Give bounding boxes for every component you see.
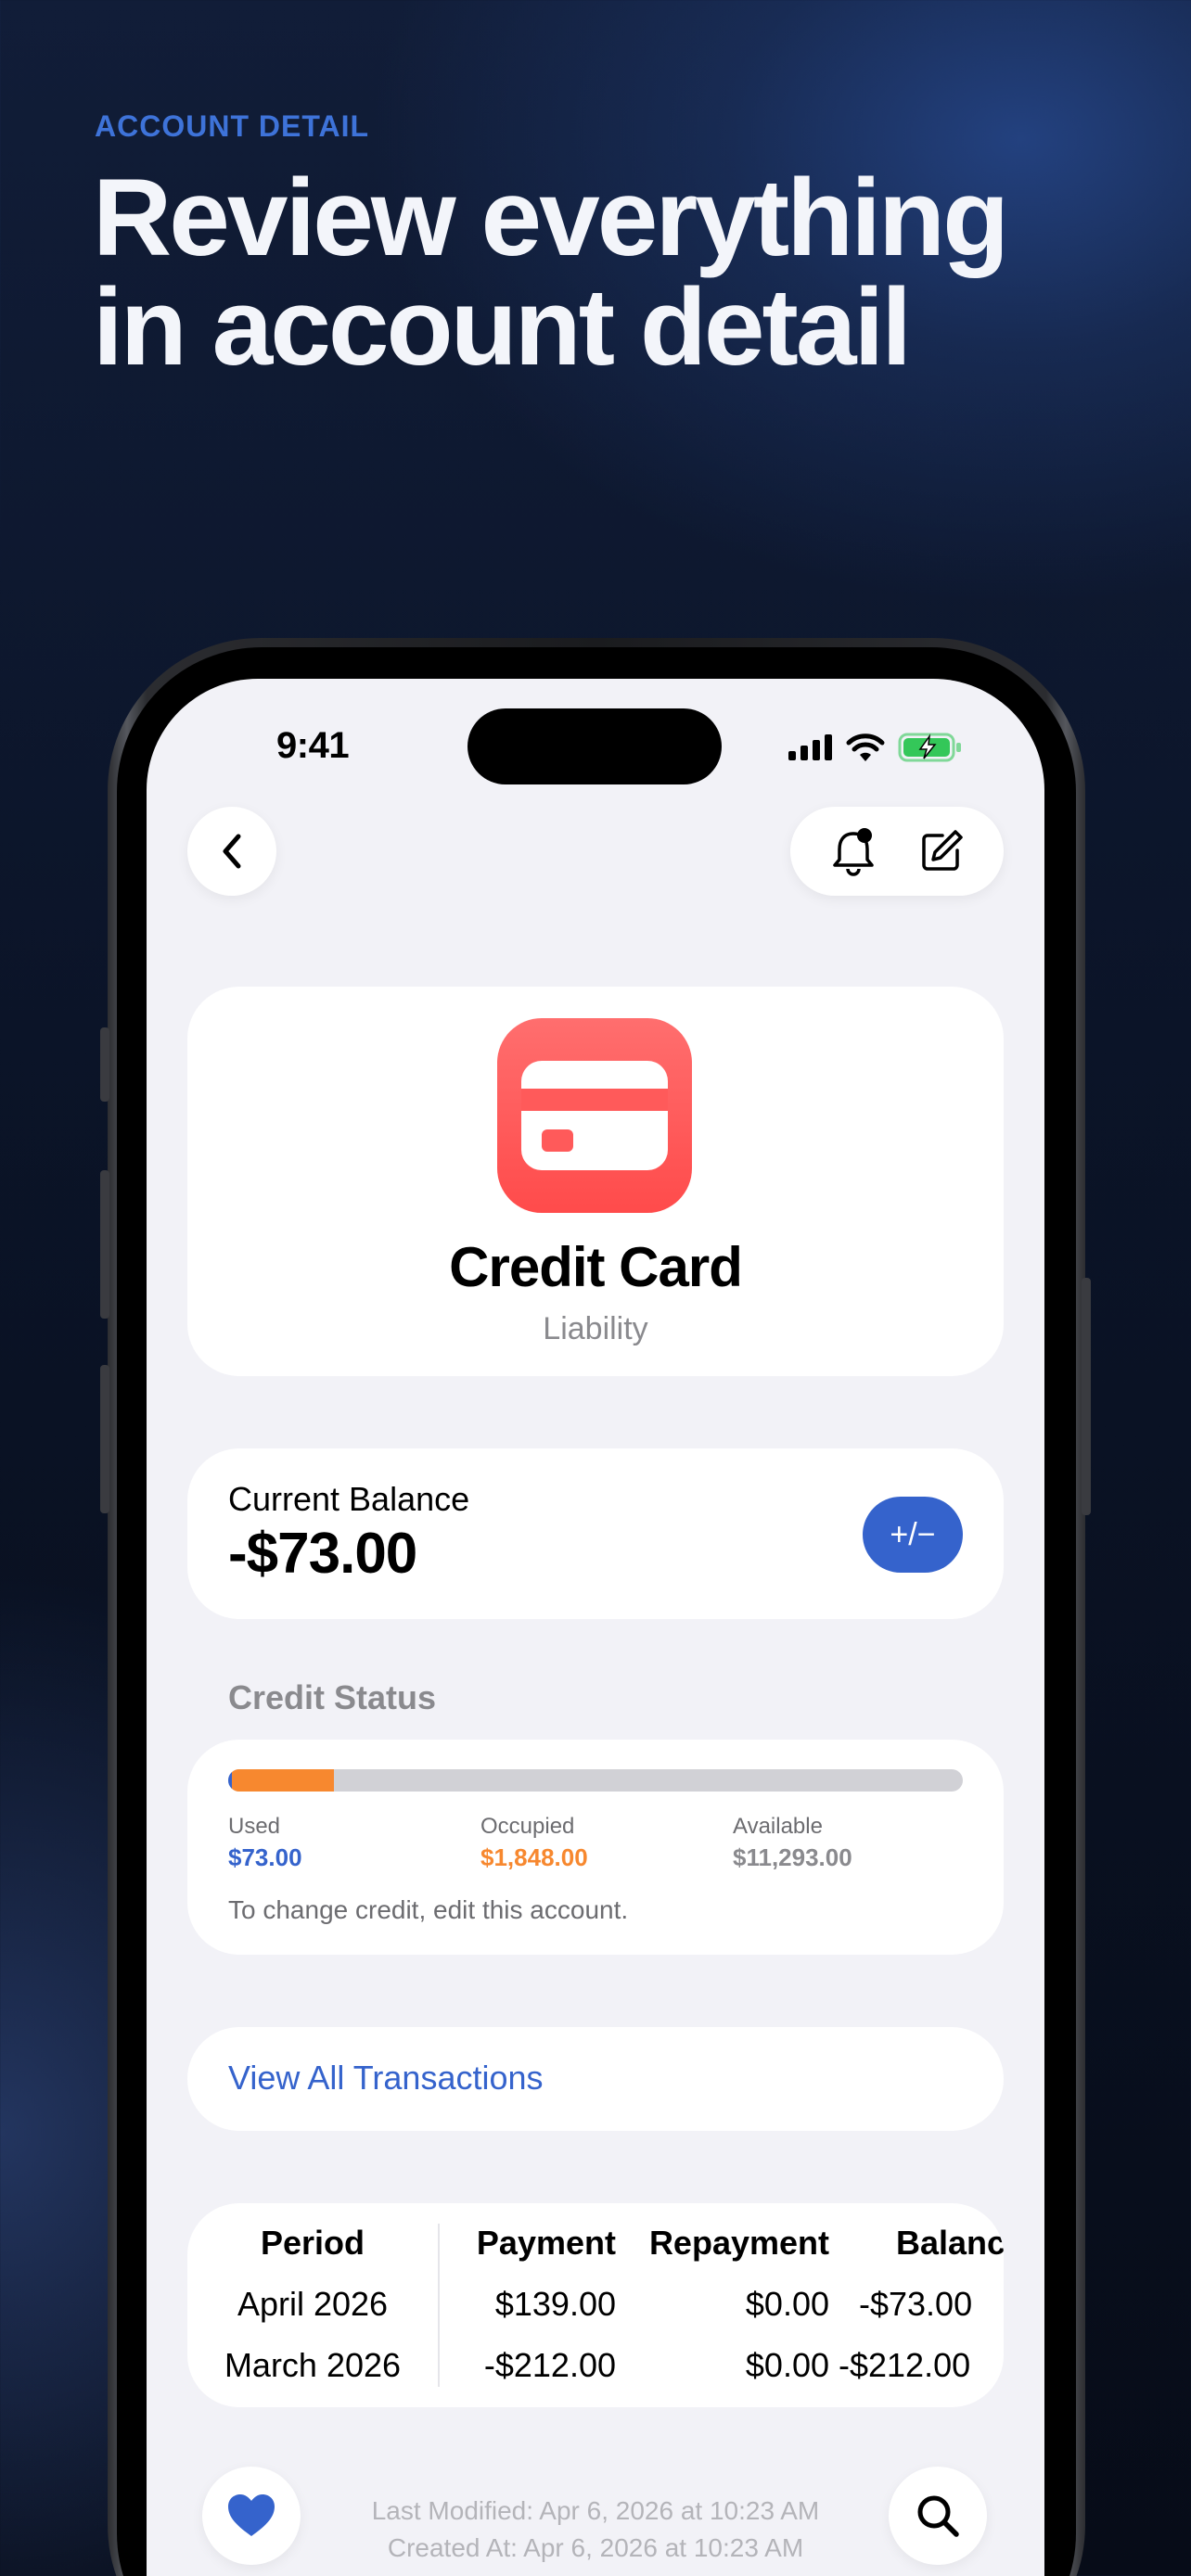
heart-icon [228,2494,275,2536]
bell-badge-icon[interactable] [829,826,877,876]
battery-charging-icon [898,733,961,762]
status-time: 9:41 [276,725,350,766]
adjust-balance-button[interactable]: +/− [863,1497,963,1573]
row-1-repayment: $0.00 [745,2285,829,2323]
row-1-balance: -$73.00 [859,2285,973,2323]
stat-available: Available $11,293.00 [733,1814,852,1872]
header-balance: Balance [896,2224,1004,2262]
back-button[interactable] [187,807,276,896]
stat-available-value: $11,293.00 [733,1843,852,1871]
phone-screen: 9:41 Credit Card Liability Current Balan… [147,679,1044,2576]
wifi-icon [846,733,885,761]
header-period: Period [260,2224,365,2262]
stat-occupied: Occupied $1,848.00 [480,1814,588,1872]
favorite-button[interactable] [202,2467,301,2565]
credit-status-card: Used $73.00 Occupied $1,848.00 Available… [187,1740,1004,1955]
dynamic-island [467,708,722,784]
cellular-signal-icon [788,734,832,760]
phone-action-button [100,1027,109,1102]
status-icons [788,733,963,762]
promo-eyebrow: ACCOUNT DETAIL [95,109,370,143]
view-all-transactions-button[interactable]: View All Transactions [187,2027,1004,2131]
row-1-payment: $139.00 [494,2285,616,2323]
search-button[interactable] [889,2467,987,2565]
stat-used: Used $73.00 [228,1814,302,1872]
plus-minus-icon: +/− [890,1516,936,1552]
search-icon [917,2495,959,2537]
credit-progress-bar [228,1769,963,1792]
stat-occupied-label: Occupied [480,1814,575,1839]
stat-occupied-value: $1,848.00 [480,1843,588,1871]
view-all-transactions-label: View All Transactions [228,2059,544,2097]
headline-line-1: Review everything [93,157,1009,279]
headline-line-2: in account detail [93,266,912,389]
phone-volume-down [100,1365,109,1513]
credit-status-title: Credit Status [228,1678,437,1716]
header-repayment: Repayment [648,2224,829,2262]
row-2-repayment: $0.00 [745,2346,829,2384]
stat-used-value: $73.00 [228,1843,302,1871]
row-1-period: April 2026 [237,2285,389,2323]
balance-label: Current Balance [228,1480,470,1518]
account-type: Liability [543,1311,648,1346]
top-actions [790,807,1004,896]
stat-used-label: Used [228,1814,281,1839]
period-summary-card[interactable]: Period Payment Repayment Balance April 2… [187,2203,1004,2407]
balance-value: -$73.00 [228,1522,417,1586]
row-2-payment: -$212.00 [483,2346,616,2384]
row-2-balance: -$212.00 [839,2346,971,2384]
credit-note: To change credit, edit this account. [228,1895,629,1924]
edit-icon[interactable] [918,828,965,874]
account-icon-tile [497,1018,692,1213]
row-2-period: March 2026 [224,2346,402,2384]
account-name: Credit Card [449,1236,743,1298]
balance-card: Current Balance -$73.00 +/− [187,1448,1004,1619]
header-payment: Payment [476,2224,616,2262]
promo-headline: Review everything in account detail [93,163,1159,382]
account-header-card: Credit Card Liability [187,987,1004,1376]
period-table: Period Payment Repayment Balance April 2… [187,2203,1004,2407]
credit-bar-occupied [232,1769,335,1792]
chevron-left-icon [223,834,241,869]
stat-available-label: Available [733,1814,823,1839]
table-column-divider [438,2224,440,2387]
credit-card-icon [521,1061,668,1170]
phone-volume-up [100,1170,109,1319]
phone-power-button [1082,1278,1091,1515]
